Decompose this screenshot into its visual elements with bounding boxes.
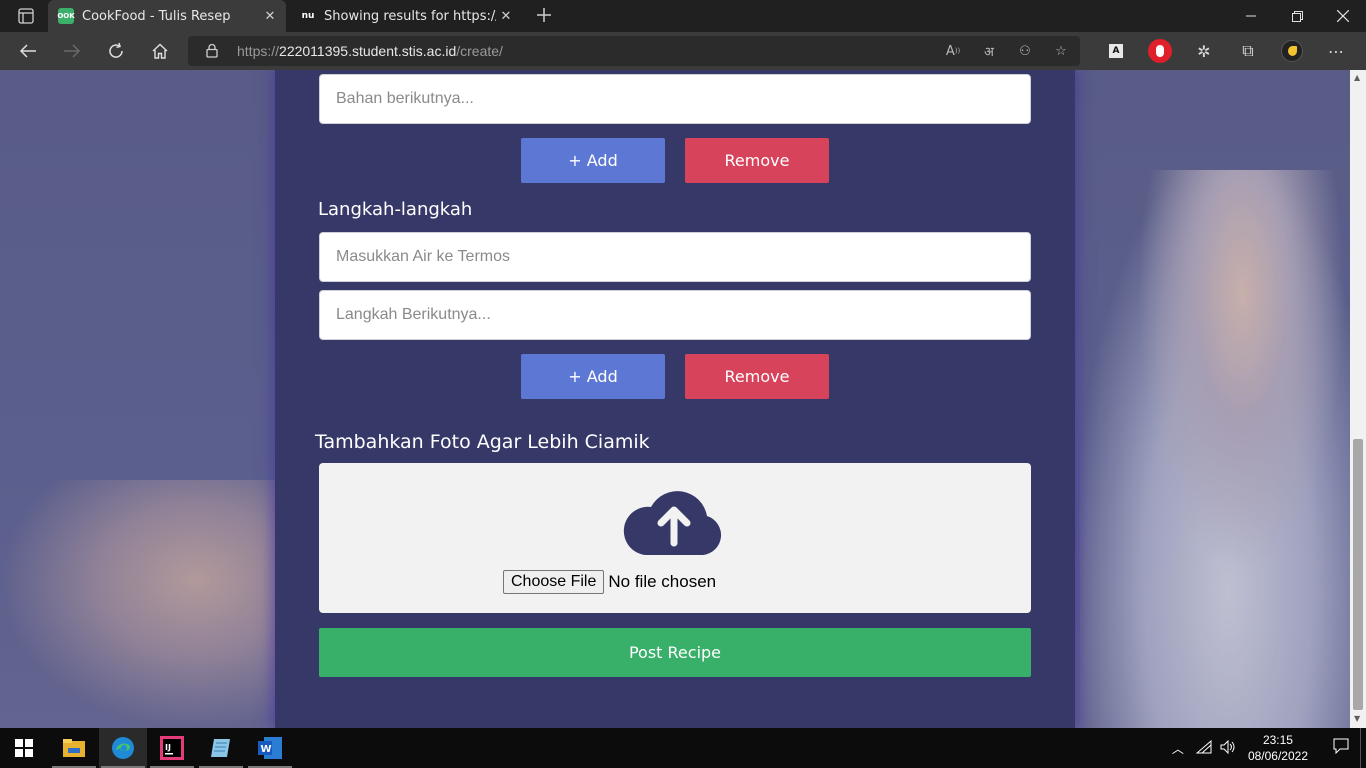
collections-icon[interactable]: ⧉ — [1226, 38, 1270, 64]
scroll-up-icon[interactable]: ▲ — [1354, 73, 1360, 82]
extension-record-icon[interactable] — [1138, 38, 1182, 64]
lock-icon[interactable] — [206, 43, 218, 62]
page-viewport: Bahan berikutnya... + Add Remove Langkah… — [0, 70, 1350, 728]
step-1-input[interactable]: Masukkan Air ke Termos — [319, 232, 1031, 282]
volume-icon[interactable] — [1216, 739, 1240, 758]
file-input[interactable]: Choose File No file chosen — [503, 570, 716, 594]
address-toolbar: https://222011395.student.stis.ac.id/cre… — [0, 32, 1366, 70]
remove-bahan-button[interactable]: Remove — [685, 138, 829, 183]
translate-icon[interactable]: अ — [978, 41, 1000, 61]
add-step-button[interactable]: + Add — [521, 354, 665, 399]
browser-tab-bar: OOK CookFood - Tulis Resep ✕ nu Showing … — [0, 0, 1366, 32]
notifications-icon[interactable] — [1326, 738, 1356, 758]
extensions-puzzle-icon[interactable]: ✲ — [1182, 38, 1226, 64]
step-next-input[interactable]: Langkah Berikutnya... — [319, 290, 1031, 340]
more-menu-icon[interactable]: ⋯ — [1314, 38, 1358, 64]
notepad-icon[interactable] — [197, 728, 245, 768]
tab-title: CookFood - Tulis Resep — [82, 8, 231, 24]
cloud-upload-icon — [623, 491, 722, 555]
close-tab-icon[interactable]: ✕ — [260, 9, 280, 24]
new-tab-icon[interactable] — [533, 4, 555, 26]
background-chef-right — [1080, 170, 1350, 728]
svg-text:W: W — [261, 744, 272, 755]
file-explorer-icon[interactable] — [50, 728, 98, 768]
recipe-form-card: Bahan berikutnya... + Add Remove Langkah… — [275, 70, 1075, 728]
system-clock[interactable]: 23:15 08/06/2022 — [1248, 732, 1308, 764]
clock-date: 08/06/2022 — [1247, 749, 1308, 763]
back-icon[interactable] — [16, 40, 40, 62]
show-desktop-button[interactable] — [1360, 728, 1366, 768]
tab-actions-icon[interactable] — [10, 6, 38, 26]
read-aloud-icon[interactable]: A)) — [942, 41, 964, 61]
forward-icon[interactable] — [60, 40, 84, 62]
windows-taskbar: IJ W ︿ 23:15 08/06/2022 — [0, 728, 1366, 768]
svg-text:IJ: IJ — [165, 743, 171, 752]
windows-start-icon[interactable] — [0, 728, 48, 768]
close-tab-icon[interactable]: ✕ — [496, 9, 516, 24]
url-bar[interactable]: https://222011395.student.stis.ac.id/cre… — [188, 36, 1080, 66]
scrollbar-thumb[interactable] — [1353, 439, 1363, 710]
clock-time: 23:15 — [1262, 733, 1293, 747]
post-recipe-button[interactable]: Post Recipe — [319, 628, 1031, 677]
refresh-icon[interactable] — [104, 40, 128, 62]
photo-dropzone[interactable]: Choose File No file chosen — [319, 463, 1031, 613]
edge-icon[interactable] — [99, 728, 147, 768]
bahan-next-input[interactable]: Bahan berikutnya... — [319, 74, 1031, 124]
extension-a-icon[interactable]: A — [1094, 38, 1138, 64]
tab-search-results[interactable]: nu Showing results for https://22201 ✕ — [290, 0, 522, 32]
add-bahan-button[interactable]: + Add — [521, 138, 665, 183]
profile-avatar-icon[interactable] — [1270, 38, 1314, 64]
minimize-icon[interactable] — [1228, 0, 1274, 32]
tab-title: Showing results for https://22201 — [324, 8, 496, 24]
restore-icon[interactable] — [1274, 0, 1320, 32]
steps-heading: Langkah-langkah — [318, 199, 473, 220]
cookfood-favicon-icon: OOK — [57, 8, 75, 24]
choose-file-button[interactable]: Choose File — [503, 570, 605, 594]
tab-cookfood[interactable]: OOK CookFood - Tulis Resep ✕ — [48, 0, 286, 32]
scroll-down-icon[interactable]: ▼ — [1354, 714, 1360, 723]
favorite-star-icon[interactable]: ☆ — [1050, 41, 1072, 61]
remove-step-button[interactable]: Remove — [685, 354, 829, 399]
intellij-icon[interactable]: IJ — [148, 728, 196, 768]
file-status-text: No file chosen — [608, 572, 717, 591]
url-text[interactable]: https://222011395.student.stis.ac.id/cre… — [237, 43, 503, 59]
background-chef-left — [0, 480, 280, 728]
home-icon[interactable] — [148, 40, 172, 62]
word-icon[interactable]: W — [246, 728, 294, 768]
photo-heading: Tambahkan Foto Agar Lebih Ciamik — [315, 431, 650, 453]
close-window-icon[interactable] — [1320, 0, 1366, 32]
profile-browse-icon[interactable]: ⚇ — [1014, 41, 1036, 61]
page-scrollbar[interactable]: ▲ ▼ — [1350, 70, 1366, 728]
chevron-up-icon[interactable]: ︿ — [1164, 740, 1192, 757]
search-favicon-icon: nu — [300, 8, 316, 24]
network-icon[interactable] — [1192, 739, 1216, 758]
